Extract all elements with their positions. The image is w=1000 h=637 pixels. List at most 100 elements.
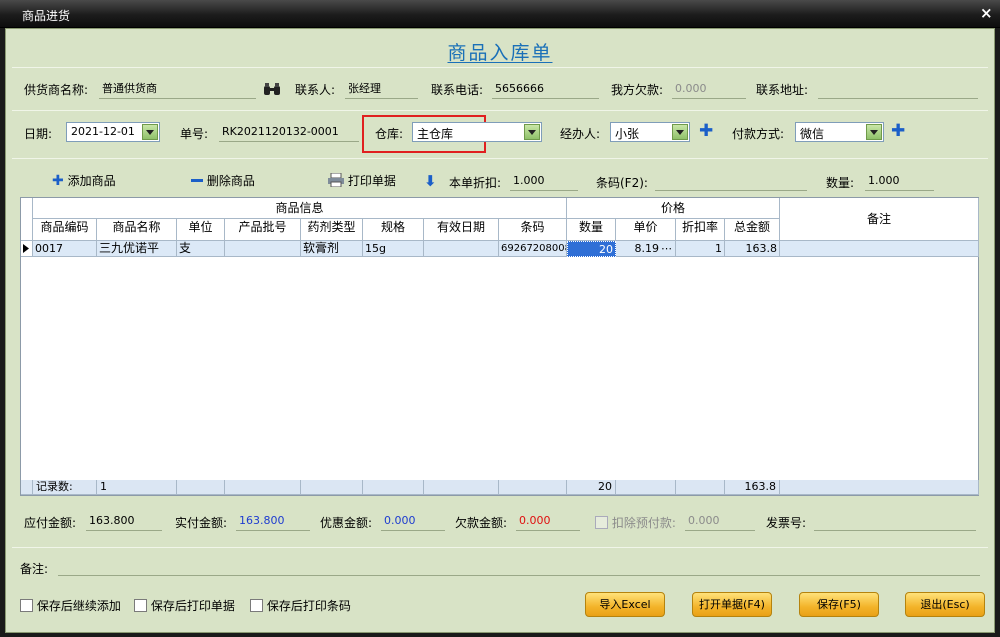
option-label: 保存后继续添加: [36, 599, 121, 613]
option-print-barcode[interactable]: 保存后打印条码: [250, 597, 351, 614]
window-title: 商品进货: [22, 9, 71, 23]
discount-field[interactable]: 1.000: [510, 172, 578, 191]
discount-label: 本单折扣:: [449, 176, 502, 190]
address-field[interactable]: [818, 80, 978, 99]
open-order-button[interactable]: 打开单据(F4): [692, 592, 772, 617]
checkbox-icon: [20, 599, 33, 612]
invoice-label: 发票号:: [766, 516, 807, 530]
add-payment-icon[interactable]: ✚: [891, 123, 905, 140]
chevron-down-icon[interactable]: [142, 124, 158, 140]
prepay-checkbox[interactable]: 扣除预付款:: [595, 514, 676, 531]
handler-select[interactable]: 小张: [610, 122, 690, 142]
column-header[interactable]: 条码: [499, 219, 567, 241]
cell-total[interactable]: 163.8: [725, 241, 780, 257]
column-header[interactable]: 数量: [567, 219, 616, 241]
group-product-info: 商品信息: [33, 198, 567, 219]
binoculars-icon[interactable]: [263, 82, 281, 96]
column-header[interactable]: 产品批号: [225, 219, 301, 241]
ellipsis-icon[interactable]: ⋯: [661, 241, 672, 256]
paid-label: 实付金额:: [175, 516, 228, 530]
warehouse-select[interactable]: 主仓库: [412, 122, 542, 142]
delete-product-button[interactable]: 删除商品: [191, 172, 255, 189]
column-header[interactable]: 折扣率: [676, 219, 725, 241]
note-field[interactable]: [58, 557, 980, 576]
cell-name[interactable]: 三九优诺平: [97, 241, 177, 257]
summary-cell: [499, 480, 567, 495]
form-title: 商品入库单: [447, 42, 553, 64]
phone-field[interactable]: 5656666: [492, 80, 599, 99]
divider: [12, 110, 988, 111]
invoice-field[interactable]: [814, 512, 976, 531]
column-header[interactable]: 单位: [177, 219, 225, 241]
print-button[interactable]: 打印单据: [328, 172, 396, 189]
discount-amount-field[interactable]: 0.000: [381, 512, 445, 531]
note-label: 备注:: [20, 562, 49, 576]
column-header[interactable]: 总金额: [725, 219, 780, 241]
order-number-field[interactable]: RK2021120132-0001: [219, 123, 359, 142]
warehouse-value: 主仓库: [417, 127, 454, 141]
window-titlebar: 商品进货 ×: [0, 0, 1000, 28]
divider: [12, 158, 988, 159]
add-product-button[interactable]: ✚ 添加商品: [52, 172, 116, 189]
warehouse-label: 仓库:: [375, 127, 404, 141]
arrow-down-icon[interactable]: ⬇: [424, 172, 437, 190]
column-header[interactable]: 商品编码: [33, 219, 97, 241]
address-label: 联系地址:: [756, 83, 809, 97]
add-handler-icon[interactable]: ✚: [699, 123, 713, 140]
summary-cell: [363, 480, 424, 495]
import-excel-button[interactable]: 导入Excel: [585, 592, 665, 617]
prepay-field: 0.000: [685, 512, 755, 531]
chevron-down-icon[interactable]: [866, 124, 882, 140]
cell-batch[interactable]: [225, 241, 301, 257]
exit-button[interactable]: 退出(Esc): [905, 592, 985, 617]
option-print-order[interactable]: 保存后打印单据: [134, 597, 235, 614]
cell-remark[interactable]: [780, 241, 979, 257]
cell-dosage-type[interactable]: 软膏剂: [301, 241, 363, 257]
payment-select[interactable]: 微信: [795, 122, 884, 142]
column-header[interactable]: 单价: [616, 219, 676, 241]
handler-value: 小张: [615, 127, 640, 141]
debt-field: 0.000: [672, 80, 746, 99]
column-header[interactable]: 规格: [363, 219, 424, 241]
barcode-field[interactable]: [655, 172, 807, 191]
cell-quantity[interactable]: 20: [567, 241, 616, 257]
prepay-label: 扣除预付款:: [611, 516, 676, 530]
barcode-label: 条码(F2):: [596, 176, 648, 190]
column-remark[interactable]: 备注: [780, 198, 979, 241]
discount-amount-label: 优惠金额:: [320, 516, 373, 530]
cell-unit-price[interactable]: 8.19 ⋯: [616, 241, 676, 257]
date-picker[interactable]: 2021-12-01: [66, 122, 160, 142]
chevron-down-icon[interactable]: [672, 124, 688, 140]
contact-field[interactable]: 张经理: [345, 80, 418, 99]
summary-cell: [616, 480, 676, 495]
supplier-field[interactable]: 普通供货商: [99, 80, 256, 99]
option-continue-add[interactable]: 保存后继续添加: [20, 597, 121, 614]
option-label: 保存后打印条码: [266, 599, 351, 613]
cell-unit[interactable]: 支: [177, 241, 225, 257]
phone-label: 联系电话:: [431, 83, 484, 97]
divider: [12, 67, 988, 68]
column-header[interactable]: 有效日期: [424, 219, 499, 241]
cell-code[interactable]: 0017: [33, 241, 97, 257]
close-icon[interactable]: ×: [980, 4, 993, 22]
summary-total: 163.8: [725, 480, 780, 495]
cell-spec[interactable]: 15g: [363, 241, 424, 257]
chevron-down-icon[interactable]: [524, 124, 540, 140]
owed-field: 0.000: [516, 512, 580, 531]
product-grid[interactable]: 商品信息 价格 备注 商品编码 商品名称 单位 产品批号 药剂类型 规格 有效日…: [20, 197, 979, 496]
cell-barcode[interactable]: 69267208008: [499, 241, 567, 257]
quantity-label: 数量:: [826, 176, 855, 190]
paid-field[interactable]: 163.800: [236, 512, 310, 531]
cell-discount-rate[interactable]: 1: [676, 241, 725, 257]
save-button[interactable]: 保存(F5): [799, 592, 879, 617]
summary-quantity: 20: [567, 480, 616, 495]
cell-expiry[interactable]: [424, 241, 499, 257]
row-indicator[interactable]: [21, 241, 33, 257]
record-count-label: 记录数:: [33, 480, 97, 495]
supplier-label: 供货商名称:: [24, 83, 89, 97]
summary-cell: [301, 480, 363, 495]
checkbox-icon: [250, 599, 263, 612]
quantity-field[interactable]: 1.000: [865, 172, 934, 191]
column-header[interactable]: 药剂类型: [301, 219, 363, 241]
column-header[interactable]: 商品名称: [97, 219, 177, 241]
